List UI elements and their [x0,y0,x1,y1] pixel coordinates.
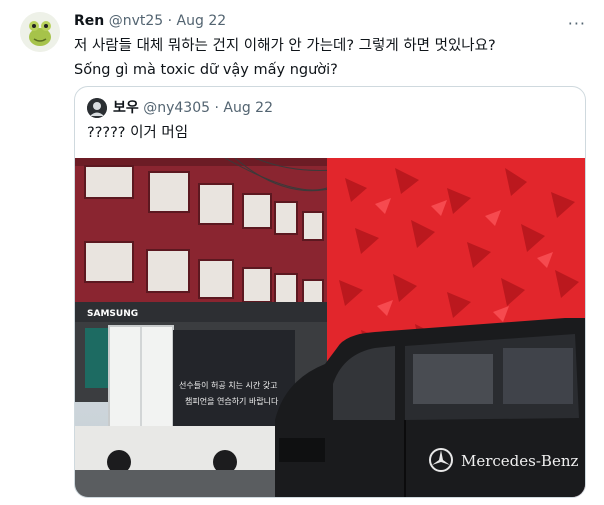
quoted-tweet-date[interactable]: Aug 22 [223,100,273,116]
van-brand-logo: Mercedes-Benz [461,452,578,470]
tweet-text-line: 저 사람들 대체 뭐하는 건지 이해가 안 가는데? 그렇게 하면 멋있나요? [74,38,496,54]
separator-dot: · [214,100,219,116]
quoted-tweet-header: 보우 @ny4305 · Aug 22 [113,99,273,117]
truck-screen-line: 챔피언을 연습하기 바랍니다 [185,396,279,406]
author-handle[interactable]: @nvt25 [109,13,163,29]
truck-screen-line: 선수들이 허공 치는 시간 갖고 [179,380,278,390]
quoted-tweet[interactable]: 보우 @ny4305 · Aug 22 ????? 이거 머임 SAMSUNG … [74,86,586,498]
author-avatar[interactable] [20,12,60,52]
tweet-header: Ren @nvt25 · Aug 22 [74,12,226,30]
quoted-author-avatar[interactable] [87,98,107,118]
quoted-tweet-photo[interactable]: SAMSUNG 선수들이 허공 치는 시간 갖고 챔피언을 연습하기 바랍니다 … [75,158,585,497]
tweet-date[interactable]: Aug 22 [177,13,227,29]
more-options-icon[interactable]: ··· [568,14,586,33]
tweet-text-line: Sống gì mà toxic dữ vậy mấy người? [74,62,338,78]
tweet[interactable]: Ren @nvt25 · Aug 22 ··· 저 사람들 대체 뭐하는 건지 … [0,0,604,505]
author-name[interactable]: Ren [74,13,104,29]
quoted-tweet-text: ????? 이거 머임 [87,125,189,141]
quoted-author-handle[interactable]: @ny4305 [143,100,210,116]
separator-dot: · [167,13,173,29]
store-sign: SAMSUNG [87,309,138,319]
tweet-text: 저 사람들 대체 뭐하는 건지 이해가 안 가는데? 그렇게 하면 멋있나요? … [74,34,496,82]
quoted-author-name[interactable]: 보우 [113,100,139,116]
